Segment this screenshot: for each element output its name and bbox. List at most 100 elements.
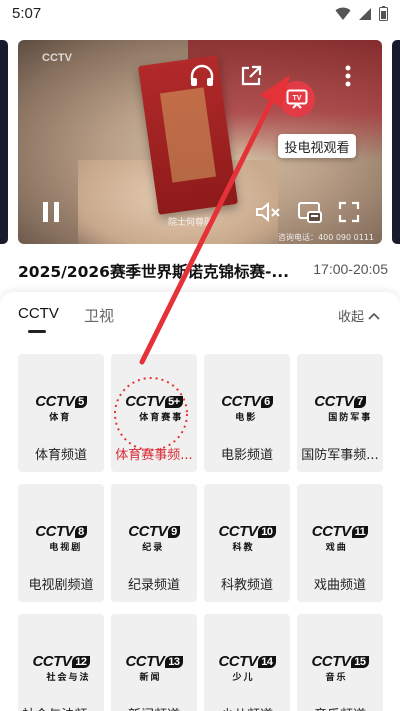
channel-grid: CCTV 5 体育 体育频道 CCTV 5+ 体育赛事 体育赛事频... CCTV 6 电影 电影频道… <box>0 338 400 711</box>
tv-cast-button[interactable]: TV <box>279 81 315 117</box>
headphones-icon[interactable] <box>186 60 218 92</box>
channel-subtitle: 体育 <box>49 411 72 422</box>
channel-card[interactable]: CCTV15音乐音乐频道 <box>297 614 383 711</box>
channel-card[interactable]: CCTV14少儿少儿频道 <box>204 614 290 711</box>
more-icon[interactable] <box>332 60 364 92</box>
channel-subtitle: 纪录 <box>142 541 165 552</box>
cctv-wordmark: CCTV 5 体育 <box>35 393 87 422</box>
channel-subtitle: 音乐 <box>325 671 348 682</box>
channel-name: 体育频道 <box>34 448 87 463</box>
collapse-button[interactable]: 收起 <box>338 306 380 325</box>
channel-subtitle: 社会与法 <box>46 671 91 682</box>
channel-card[interactable]: CCTV 5 体育体育频道 <box>18 354 104 472</box>
fullscreen-icon[interactable] <box>334 197 364 227</box>
channel-number: 13 <box>165 655 183 668</box>
cctv-wordmark: CCTV 8 电视剧 <box>35 523 87 552</box>
battery-icon <box>379 6 388 21</box>
cctv-logo: CCTV 5+ 体育赛事 <box>111 384 197 422</box>
channel-subtitle: 电视剧 <box>49 541 83 552</box>
channel-name: 科教频道 <box>220 578 273 593</box>
channel-number: 6 <box>261 395 273 408</box>
cctv-logo: CCTV 8 电视剧 <box>18 514 104 552</box>
channel-number: 5 <box>75 395 87 408</box>
channel-subtitle: 新闻 <box>139 671 162 682</box>
cctv-logo: CCTV 9 纪录 <box>111 514 197 552</box>
channel-subtitle: 国防军事 <box>328 411 373 422</box>
channel-card[interactable]: CCTV 5+ 体育赛事体育赛事频... <box>111 354 197 472</box>
cctv-logo: CCTV 7 国防军事 <box>297 384 383 422</box>
signal-icon <box>359 7 371 20</box>
cctv-wordmark: CCTV 10 科教 <box>218 523 276 552</box>
cctv-wordmark: CCTV 15 音乐 <box>311 653 369 682</box>
channel-number: 9 <box>168 525 180 538</box>
prev-video-peek[interactable] <box>0 40 8 244</box>
cctv-logo: CCTV 10 科教 <box>204 514 290 552</box>
channel-name: 国防军事频... <box>301 448 379 463</box>
cctv-wordmark: CCTV 14 少儿 <box>218 653 276 682</box>
cctv-wordmark: CCTV 6 电影 <box>221 393 273 422</box>
channel-card[interactable]: CCTV 9 纪录纪录频道 <box>111 484 197 602</box>
channel-card[interactable]: CCTV13新闻新闻频道 <box>111 614 197 711</box>
channel-name: 戏曲频道 <box>313 578 366 593</box>
channel-number: 11 <box>351 525 369 538</box>
channel-card[interactable]: CCTV 6 电影电影频道 <box>204 354 290 472</box>
program-title: 2025/2026赛季世界斯诺克锦标赛-... <box>18 263 290 281</box>
cctv-logo: CCTV 15 音乐 <box>297 644 383 682</box>
channel-number: 5+ <box>165 395 183 408</box>
program-info[interactable]: 2025/2026赛季世界斯诺克锦标赛-... 17:00-20:05 <box>18 257 388 283</box>
cctv-logo: CCTV 12 社会与法 <box>18 644 104 682</box>
cctv-wordmark: CCTV 12 社会与法 <box>32 652 91 682</box>
channel-subtitle: 科教 <box>232 541 255 552</box>
channel-name: 体育赛事频... <box>115 448 193 463</box>
wifi-icon <box>335 7 351 20</box>
channel-card[interactable]: CCTV 10 科教科教频道 <box>204 484 290 602</box>
tab-underline <box>28 330 46 333</box>
share-icon[interactable] <box>235 60 267 92</box>
cctv-logo: CCTV 5 体育 <box>18 384 104 422</box>
status-time: 5:07 <box>12 5 42 22</box>
channel-name: 电影频道 <box>220 448 273 463</box>
channel-name: 纪录频道 <box>127 578 180 593</box>
cctv-logo: CCTV 13 新闻 <box>111 644 197 682</box>
channel-subtitle: 少儿 <box>232 671 255 682</box>
status-icons <box>335 6 388 21</box>
pip-icon[interactable] <box>294 197 326 227</box>
cctv-wordmark: CCTV 9 纪录 <box>128 523 180 552</box>
chevron-up-icon <box>368 312 380 320</box>
channel-card[interactable]: CCTV 8 电视剧电视剧频道 <box>18 484 104 602</box>
channel-card[interactable]: CCTV 11 戏曲戏曲频道 <box>297 484 383 602</box>
video-watermark: CCTV <box>42 52 72 64</box>
channel-subtitle: 电影 <box>235 411 258 422</box>
svg-text:TV: TV <box>293 95 302 102</box>
channel-name: 社会与法频... <box>18 704 104 711</box>
video-caption: 院士何尊融 <box>168 218 214 228</box>
cctv-logo: CCTV 14 少儿 <box>204 644 290 682</box>
collapse-label: 收起 <box>337 310 364 325</box>
cctv-wordmark: CCTV 13 新闻 <box>125 653 183 682</box>
channel-card[interactable]: CCTV 7 国防军事国防军事频... <box>297 354 383 472</box>
next-video-peek[interactable] <box>392 40 400 244</box>
channel-number: 12 <box>72 655 90 668</box>
channel-name: 电视剧频道 <box>28 578 94 593</box>
cctv-wordmark: CCTV 11 戏曲 <box>312 523 369 552</box>
cctv-wordmark: CCTV 7 国防军事 <box>314 392 373 422</box>
cctv-wordmark: CCTV 5+ 体育赛事 <box>125 392 184 422</box>
tab-cctv[interactable]: CCTV <box>18 305 59 322</box>
channel-subtitle: 戏曲 <box>325 541 348 552</box>
tv-cast-icon: TV <box>286 89 308 109</box>
channel-name: 少儿频道 <box>204 704 290 711</box>
channel-tabs: CCTV 卫视 收起 <box>0 292 400 338</box>
video-carousel: CCTV 院士何尊融 咨询电话：400 090 0111 TV 投电视观看 <box>0 28 400 250</box>
channel-number: 10 <box>258 525 276 538</box>
cctv-logo: CCTV 6 电影 <box>204 384 290 422</box>
pause-icon[interactable] <box>36 197 66 227</box>
channel-name: 新闻频道 <box>111 704 197 711</box>
mute-icon[interactable] <box>252 197 284 227</box>
program-time: 17:00-20:05 <box>313 261 388 277</box>
channel-panel: CCTV 卫视 收起 CCTV 5 体育 体育频道 CCTV 5+ 体育赛事 体育赛事频...… <box>0 292 400 711</box>
tab-satellite[interactable]: 卫视 <box>84 305 114 326</box>
cast-tooltip: 投电视观看 <box>278 134 356 158</box>
video-hotline: 咨询电话：400 090 0111 <box>278 233 374 242</box>
channel-card[interactable]: CCTV12社会与法社会与法频... <box>18 614 104 711</box>
channel-number: 14 <box>258 655 276 668</box>
